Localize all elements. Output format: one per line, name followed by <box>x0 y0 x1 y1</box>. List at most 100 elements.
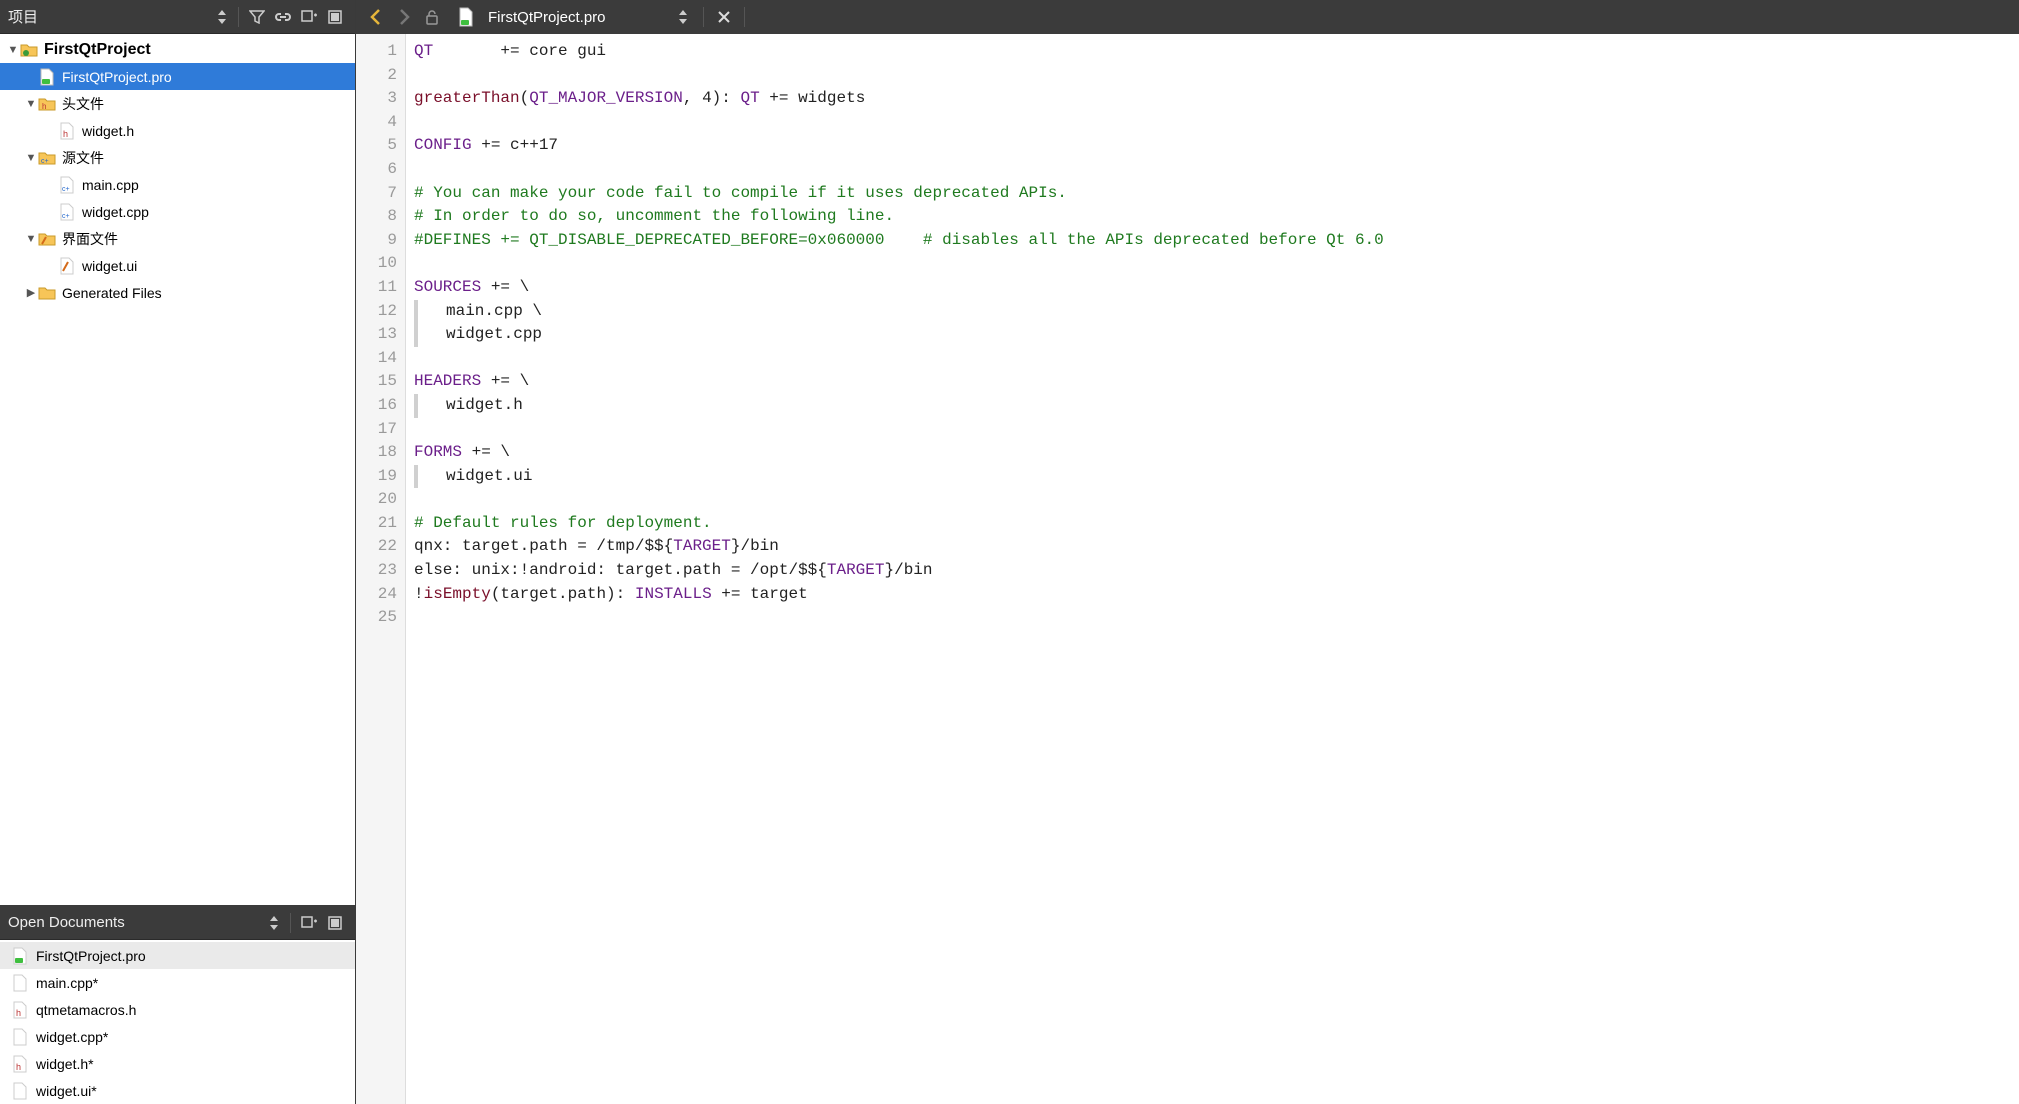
code-line[interactable]: FORMS += \ <box>414 441 2019 465</box>
tree-widget-ui[interactable]: widget.ui <box>0 252 355 279</box>
tree-header-file[interactable]: h widget.h <box>0 117 355 144</box>
expand-pane-icon[interactable] <box>323 5 347 29</box>
code-line[interactable]: # Default rules for deployment. <box>414 512 2019 536</box>
tree-root-project[interactable]: ▼ FirstQtProject <box>0 36 355 63</box>
svg-text:h: h <box>63 129 68 139</box>
editor-area: FirstQtProject.pro 123456789101112131415… <box>356 0 2019 1104</box>
code-line[interactable] <box>414 347 2019 371</box>
line-number: 20 <box>356 488 397 512</box>
chevron-down-icon[interactable]: ▼ <box>24 98 38 110</box>
chevron-right-icon[interactable]: ▶ <box>24 286 38 299</box>
ui-file-icon <box>58 257 76 275</box>
open-doc-item[interactable]: widget.cpp* <box>0 1023 355 1050</box>
open-doc-item[interactable]: widget.ui* <box>0 1077 355 1104</box>
nav-back-button[interactable] <box>362 3 390 31</box>
lock-icon[interactable] <box>418 3 446 31</box>
file-icon <box>12 1028 28 1046</box>
chevron-down-icon[interactable]: ▼ <box>6 44 20 56</box>
file-icon <box>12 947 28 965</box>
code-line[interactable]: widget.ui <box>414 465 2019 489</box>
line-number: 9 <box>356 229 397 253</box>
tree-forms-folder[interactable]: ▼ 界面文件 <box>0 225 355 252</box>
pro-file-icon <box>38 68 56 86</box>
line-number: 14 <box>356 347 397 371</box>
code-line[interactable]: greaterThan(QT_MAJOR_VERSION, 4): QT += … <box>414 87 2019 111</box>
editor-tab-title[interactable]: FirstQtProject.pro <box>488 9 606 26</box>
tree-main-cpp[interactable]: c+ main.cpp <box>0 171 355 198</box>
code-line[interactable] <box>414 252 2019 276</box>
code-line[interactable] <box>414 64 2019 88</box>
code-content[interactable]: QT += core gui greaterThan(QT_MAJOR_VERSI… <box>406 34 2019 1104</box>
tree-widget-cpp[interactable]: c+ widget.cpp <box>0 198 355 225</box>
code-editor[interactable]: 1234567891011121314151617181920212223242… <box>356 34 2019 1104</box>
code-line[interactable] <box>414 158 2019 182</box>
line-number: 3 <box>356 87 397 111</box>
tree-pro-file[interactable]: FirstQtProject.pro <box>0 63 355 90</box>
open-doc-item[interactable]: main.cpp* <box>0 969 355 996</box>
line-number: 7 <box>356 182 397 206</box>
code-line[interactable]: # In order to do so, uncomment the follo… <box>414 205 2019 229</box>
code-line[interactable]: # You can make your code fail to compile… <box>414 182 2019 206</box>
code-line[interactable]: QT += core gui <box>414 40 2019 64</box>
line-number: 12 <box>356 300 397 324</box>
tree-generated-folder[interactable]: ▶ Generated Files <box>0 279 355 306</box>
chevron-down-icon[interactable]: ▼ <box>24 152 38 164</box>
code-line[interactable]: widget.h <box>414 394 2019 418</box>
close-tab-button[interactable] <box>710 3 738 31</box>
add-pane-icon[interactable] <box>297 911 321 935</box>
tree-sources-folder[interactable]: ▼ c+ 源文件 <box>0 144 355 171</box>
open-docs-updown-icon[interactable] <box>262 911 286 935</box>
code-line[interactable]: !isEmpty(target.path): INSTALLS += targe… <box>414 583 2019 607</box>
code-line[interactable]: HEADERS += \ <box>414 370 2019 394</box>
code-line[interactable] <box>414 488 2019 512</box>
add-pane-icon[interactable] <box>297 5 321 29</box>
code-line[interactable]: else: unix:!android: target.path = /opt/… <box>414 559 2019 583</box>
code-line[interactable]: qnx: target.path = /tmp/$${TARGET}/bin <box>414 535 2019 559</box>
svg-text:c+: c+ <box>62 186 70 193</box>
line-number: 13 <box>356 323 397 347</box>
svg-text:c+: c+ <box>41 158 49 165</box>
continuation-indicator <box>414 465 418 489</box>
open-doc-item[interactable]: FirstQtProject.pro <box>0 942 355 969</box>
open-documents-list[interactable]: FirstQtProject.promain.cpp*hqtmetamacros… <box>0 940 355 1104</box>
svg-text:h: h <box>16 1008 21 1018</box>
code-line[interactable]: main.cpp \ <box>414 300 2019 324</box>
tree-headers-folder[interactable]: ▼ h 头文件 <box>0 90 355 117</box>
open-doc-item[interactable]: hqtmetamacros.h <box>0 996 355 1023</box>
open-doc-label: widget.ui* <box>36 1083 97 1099</box>
line-number: 11 <box>356 276 397 300</box>
code-line[interactable] <box>414 418 2019 442</box>
project-selector-updown-icon[interactable] <box>210 5 234 29</box>
line-number: 24 <box>356 583 397 607</box>
line-number: 23 <box>356 559 397 583</box>
nav-forward-button[interactable] <box>390 3 418 31</box>
line-number: 19 <box>356 465 397 489</box>
headers-folder-icon: h <box>38 95 56 113</box>
tree-root-label: FirstQtProject <box>44 41 151 59</box>
open-doc-label: widget.cpp* <box>36 1029 108 1045</box>
code-line[interactable]: widget.cpp <box>414 323 2019 347</box>
sources-folder-icon: c+ <box>38 149 56 167</box>
editor-toolbar: FirstQtProject.pro <box>356 0 2019 34</box>
chevron-down-icon[interactable]: ▼ <box>24 233 38 245</box>
expand-pane-icon[interactable] <box>323 911 347 935</box>
editor-tab-selector-icon[interactable] <box>669 3 697 31</box>
code-line[interactable]: CONFIG += c++17 <box>414 134 2019 158</box>
tree-sources-label: 源文件 <box>62 148 104 168</box>
filter-icon[interactable] <box>245 5 269 29</box>
svg-text:h: h <box>42 102 46 111</box>
open-doc-item[interactable]: hwidget.h* <box>0 1050 355 1077</box>
code-line[interactable] <box>414 606 2019 630</box>
code-line[interactable] <box>414 111 2019 135</box>
project-tree[interactable]: ▼ FirstQtProject FirstQtProject.pro ▼ h … <box>0 34 355 905</box>
continuation-indicator <box>414 394 418 418</box>
line-number: 10 <box>356 252 397 276</box>
tree-widget-ui-label: widget.ui <box>82 258 137 274</box>
continuation-indicator <box>414 300 418 324</box>
link-icon[interactable] <box>271 5 295 29</box>
code-line[interactable]: SOURCES += \ <box>414 276 2019 300</box>
code-line[interactable]: #DEFINES += QT_DISABLE_DEPRECATED_BEFORE… <box>414 229 2019 253</box>
continuation-indicator <box>414 323 418 347</box>
cpp-file-icon: c+ <box>58 203 76 221</box>
line-number: 21 <box>356 512 397 536</box>
